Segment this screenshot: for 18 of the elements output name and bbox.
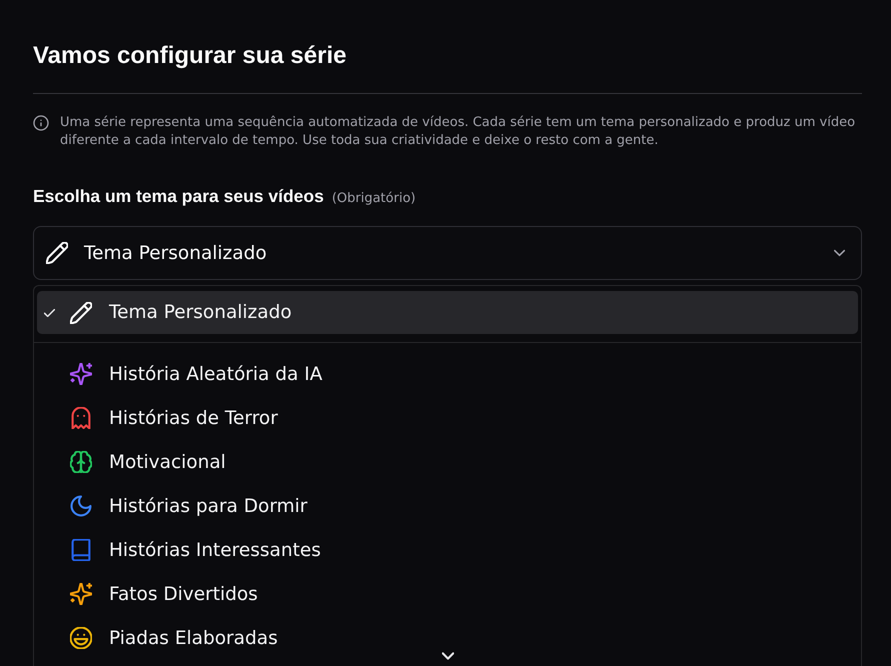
scroll-down-icon[interactable] [442, 652, 454, 660]
chevron-down-icon [834, 249, 845, 257]
dropdown-option[interactable]: Histórias para Dormir [37, 484, 858, 528]
required-note: (Obrigatório) [332, 191, 416, 206]
field-label: Escolha um tema para seus vídeos [33, 186, 324, 206]
dropdown-option[interactable]: Histórias de Terror [37, 396, 858, 440]
check-icon [44, 308, 55, 316]
dropdown-option[interactable]: Fatos Divertidos [37, 572, 858, 616]
theme-select[interactable]: Tema Personalizado [33, 226, 862, 280]
dropdown-option[interactable]: História Aleatória da IA [37, 352, 858, 396]
pencil-icon [46, 242, 68, 264]
info-icon [33, 115, 49, 131]
dropdown-option[interactable]: Tema Personalizado [37, 291, 858, 334]
dropdown-option[interactable]: Motivacional [37, 440, 858, 484]
page-title: Vamos configurar sua série [33, 41, 348, 71]
dropdown-option[interactable]: Piadas Elaboradas [37, 616, 858, 660]
dropdown-option[interactable]: Histórias Interessantes [37, 528, 858, 572]
info-text: Uma série representa uma sequência automatizada de vídeos. Cada série tem um tema personalizado e produz um vídeo diferente a cada intervalo de tempo. Use toda sua criatividade e deixe o resto com a gente. [60, 114, 856, 150]
